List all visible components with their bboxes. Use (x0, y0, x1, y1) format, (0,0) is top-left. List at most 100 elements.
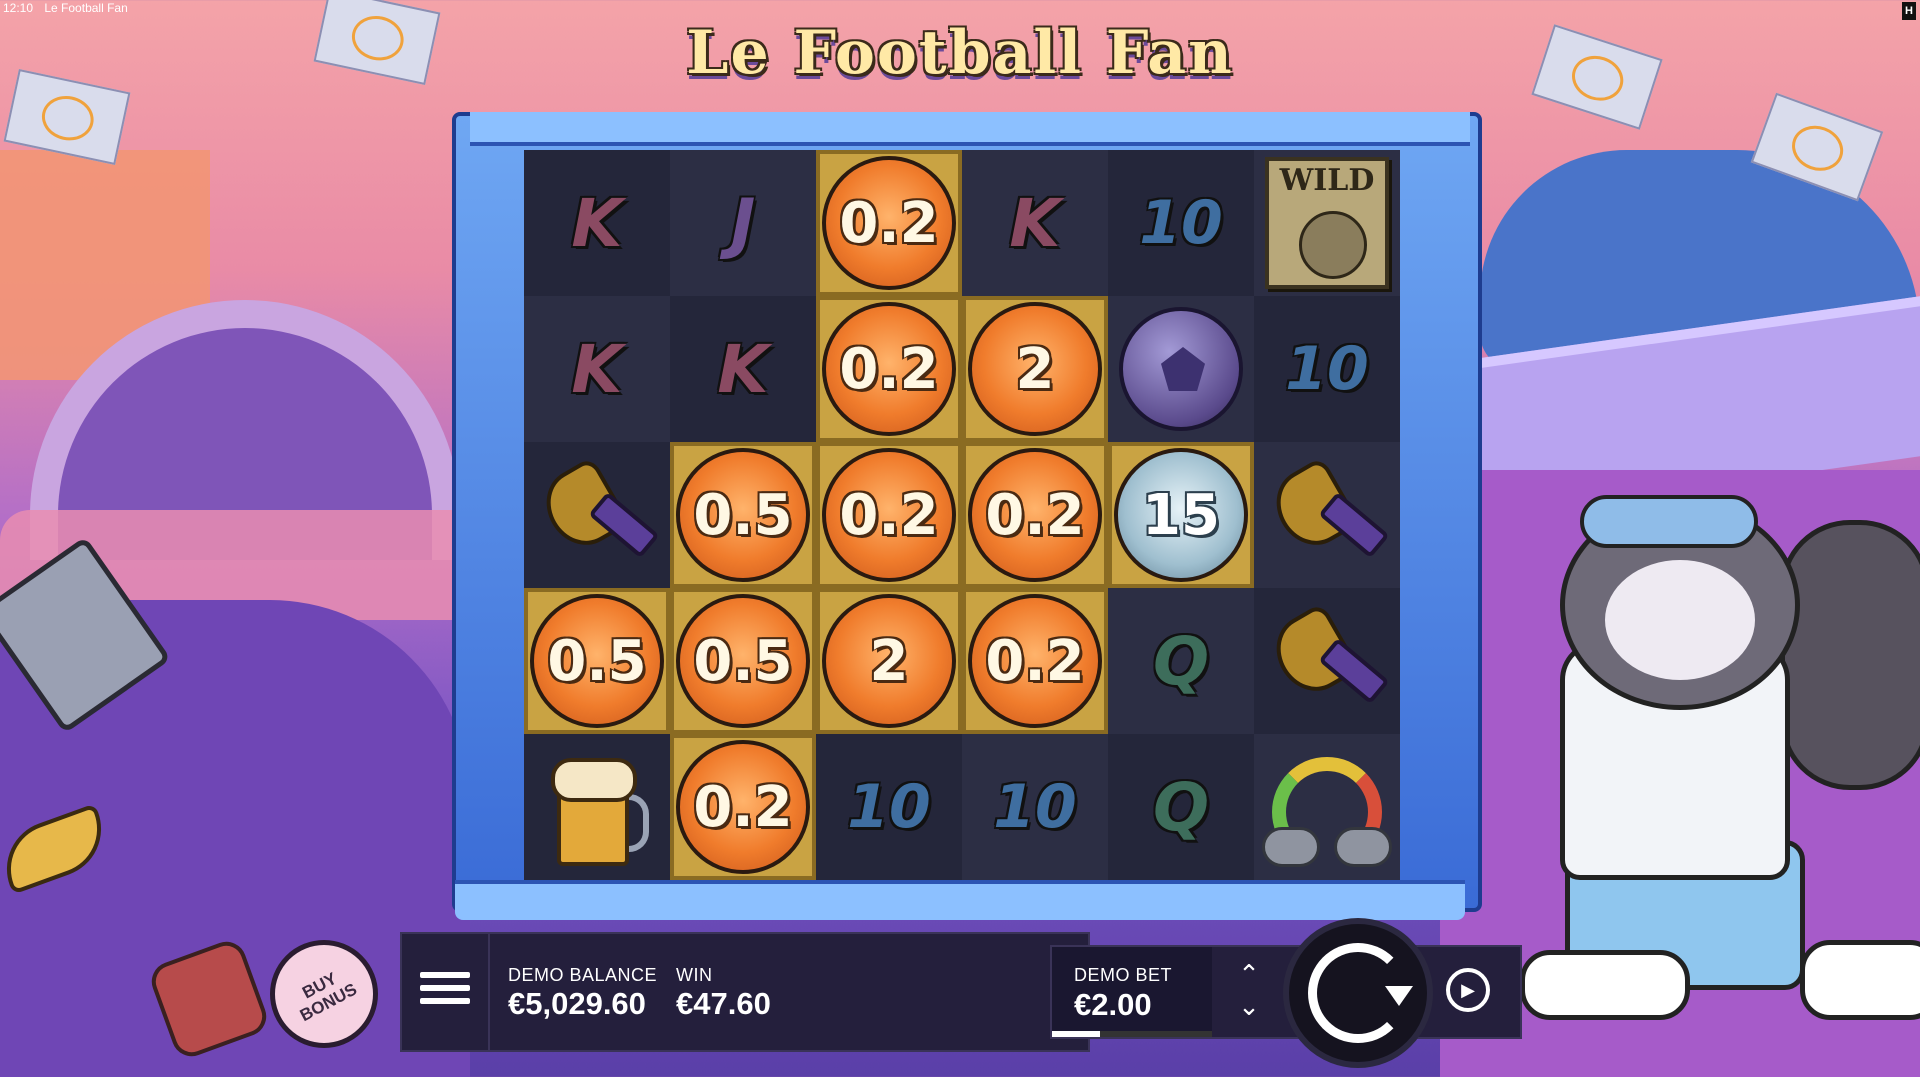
symbol-10: 10 (1139, 188, 1223, 258)
mascot-tail (1780, 520, 1920, 790)
football-icon (1119, 307, 1243, 431)
win-label: WIN (676, 965, 713, 985)
symbol-q: Q (1152, 768, 1210, 846)
reel-cell: 0.2 (962, 588, 1108, 734)
symbol-10: 10 (847, 772, 931, 842)
reel-cell: 0.5 (524, 588, 670, 734)
autoplay-icon: ▶ (1461, 980, 1475, 1000)
reel-cell: 0.2 (816, 296, 962, 442)
coin-symbol: 2 (822, 594, 956, 728)
reel-cell: WILD (1254, 150, 1400, 296)
coin-symbol: 0.5 (530, 594, 664, 728)
spin-button[interactable] (1283, 918, 1433, 1068)
symbol-k: K (571, 184, 623, 262)
coin-symbol: 0.2 (968, 594, 1102, 728)
reel-cell: K (962, 150, 1108, 296)
hamburger-icon (420, 972, 470, 978)
reel-cell: K (524, 150, 670, 296)
hud-divider (488, 932, 490, 1052)
reel-cell: 15 (1108, 442, 1254, 588)
symbol-k: K (1009, 184, 1061, 262)
flag-emblem-icon (1566, 49, 1630, 108)
wild-label: WILD (1279, 163, 1375, 198)
vuvuzela-icon (1263, 602, 1390, 716)
coin-symbol: 0.2 (822, 302, 956, 436)
reel-cell: Q (1108, 734, 1254, 880)
mascot-face (1605, 560, 1755, 680)
reel-cell: K (524, 296, 670, 442)
reel-cell: K (670, 296, 816, 442)
flag-emblem-icon (37, 91, 98, 146)
symbol-10: 10 (993, 772, 1077, 842)
mascot-shoe (1800, 940, 1920, 1020)
buy-bonus-label: BUY BONUS (296, 968, 361, 1026)
reel-cell: 0.2 (962, 442, 1108, 588)
coin-symbol: 2 (968, 302, 1102, 436)
balance-display: DEMO BALANCE €5,029.60 (508, 965, 657, 1022)
bet-stepper[interactable]: ⌃ ⌄ (1224, 958, 1274, 1028)
status-bar: 12:10 Le Football Fan (0, 0, 203, 16)
reel-cell (524, 734, 670, 880)
reel-cell: 0.5 (670, 588, 816, 734)
symbol-q: Q (1152, 622, 1210, 700)
balance-label: DEMO BALANCE (508, 965, 658, 985)
reel-cell: 10 (962, 734, 1108, 880)
wild-symbol: WILD (1265, 157, 1389, 289)
reel-cell: 2 (816, 588, 962, 734)
bet-display: DEMO BET €2.00 (1052, 947, 1212, 1037)
coin-symbol: 0.2 (968, 448, 1102, 582)
reel-frame-bottom (455, 880, 1465, 920)
coin-symbol: 0.2 (822, 156, 956, 290)
symbol-10: 10 (1285, 334, 1369, 404)
balance-value: €5,029.60 (508, 986, 646, 1021)
autoplay-button[interactable]: ▶ (1446, 968, 1490, 1012)
reel-cell: Q (1108, 588, 1254, 734)
reel-cell (1254, 442, 1400, 588)
bet-label: DEMO BET (1074, 965, 1173, 985)
reel-cell: J (670, 150, 816, 296)
beer-mug-icon (547, 752, 649, 866)
reel-frame-top (470, 112, 1470, 146)
symbol-j: J (730, 184, 756, 262)
reel-cell: 0.2 (670, 734, 816, 880)
reel-cell (1254, 734, 1400, 880)
reel-cell: 10 (1254, 296, 1400, 442)
reel-cell (524, 442, 670, 588)
vuvuzela-icon (533, 456, 660, 570)
game-title-logo: Le Football Fan (686, 18, 1234, 88)
win-display: WIN €47.60 (676, 965, 771, 1022)
mascot-bandana (1580, 495, 1758, 548)
flag-emblem-icon (1785, 118, 1850, 178)
reel-cell: 0.5 (670, 442, 816, 588)
coin-symbol: 0.5 (676, 594, 810, 728)
bunting-flag (313, 0, 441, 86)
reel-grid: K J 0.2 K 10 WILD K K 0.2 2 10 0.5 0.2 0.2 15 0.5 0.5 2 0.… (524, 150, 1400, 880)
reel-cell: 10 (1108, 150, 1254, 296)
window-title: Le Football Fan (44, 1, 128, 15)
clock: 12:10 (3, 1, 34, 15)
coin-symbol: 0.2 (822, 448, 956, 582)
buy-bonus-button[interactable]: BUY BONUS (270, 940, 378, 1048)
reel-cell (1254, 588, 1400, 734)
reel-cell: 0.2 (816, 150, 962, 296)
bet-level-fill (1052, 1031, 1100, 1037)
raccoon-face-icon (1299, 211, 1367, 279)
chevron-up-icon[interactable]: ⌃ (1224, 958, 1274, 990)
mascot-shoe (1520, 950, 1690, 1020)
reel-cell: 2 (962, 296, 1108, 442)
bet-value: €2.00 (1074, 987, 1152, 1022)
reel-cell (1108, 296, 1254, 442)
chevron-down-icon[interactable]: ⌄ (1224, 990, 1274, 1022)
provider-logo: H (1902, 2, 1916, 20)
rainbow-icon (1262, 747, 1392, 867)
spin-arrow-icon (1308, 943, 1413, 1043)
coin-symbol: 0.2 (676, 740, 810, 874)
vuvuzela-icon (1263, 456, 1390, 570)
bunting-flag (1531, 24, 1663, 130)
win-value: €47.60 (676, 986, 771, 1021)
reel-cell: 0.2 (816, 442, 962, 588)
menu-button[interactable] (420, 972, 470, 1012)
flag-emblem-icon (347, 11, 408, 66)
symbol-k: K (571, 330, 623, 408)
reel-cell: 10 (816, 734, 962, 880)
